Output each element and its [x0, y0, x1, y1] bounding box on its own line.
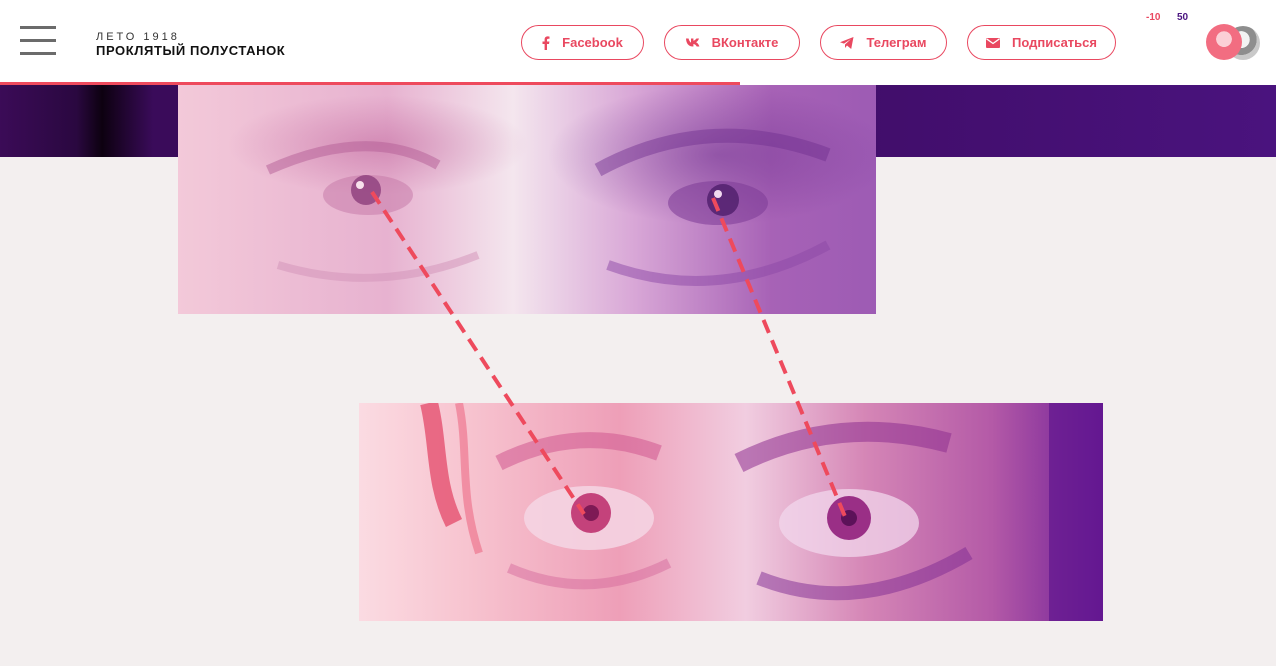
- brand-title: ПРОКЛЯТЫЙ ПОЛУСТАНОК: [96, 43, 286, 58]
- hamburger-icon[interactable]: [20, 26, 56, 58]
- mail-icon: [985, 37, 1000, 48]
- subscribe-label: Подписаться: [1011, 35, 1097, 50]
- telegram-icon: [840, 36, 854, 49]
- facebook-icon: [542, 35, 550, 50]
- site-brand[interactable]: ЛЕТО 1918 ПРОКЛЯТЫЙ ПОЛУСТАНОК: [96, 31, 285, 58]
- counter-right: 50: [1177, 12, 1189, 23]
- subscribe-button[interactable]: Подписаться: [967, 25, 1116, 60]
- portrait-eyes-top-drawing: [228, 85, 876, 286]
- portrait-eyes-bottom-drawing: [420, 403, 1103, 621]
- brand-subtitle: ЛЕТО 1918: [96, 31, 180, 43]
- counter-left: -10: [1146, 12, 1161, 23]
- avatar[interactable]: [1206, 24, 1242, 60]
- vk-icon: [685, 38, 699, 47]
- vk-share-button[interactable]: ВКонтакте: [664, 25, 800, 60]
- reading-progress-fill: [0, 82, 741, 85]
- facebook-label: Facebook: [562, 35, 623, 50]
- site-header: ЛЕТО 1918 ПРОКЛЯТЫЙ ПОЛУСТАНОК Facebook …: [0, 0, 1276, 85]
- vk-label: ВКонтакте: [711, 35, 779, 50]
- telegram-label: Телеграм: [866, 35, 927, 50]
- telegram-share-button[interactable]: Телеграм: [820, 25, 947, 60]
- portrait-eyes-bottom: [359, 403, 1103, 621]
- portrait-eyes-top: [178, 85, 876, 314]
- facebook-share-button[interactable]: Facebook: [521, 25, 644, 60]
- reading-progress-bar: [0, 82, 1276, 85]
